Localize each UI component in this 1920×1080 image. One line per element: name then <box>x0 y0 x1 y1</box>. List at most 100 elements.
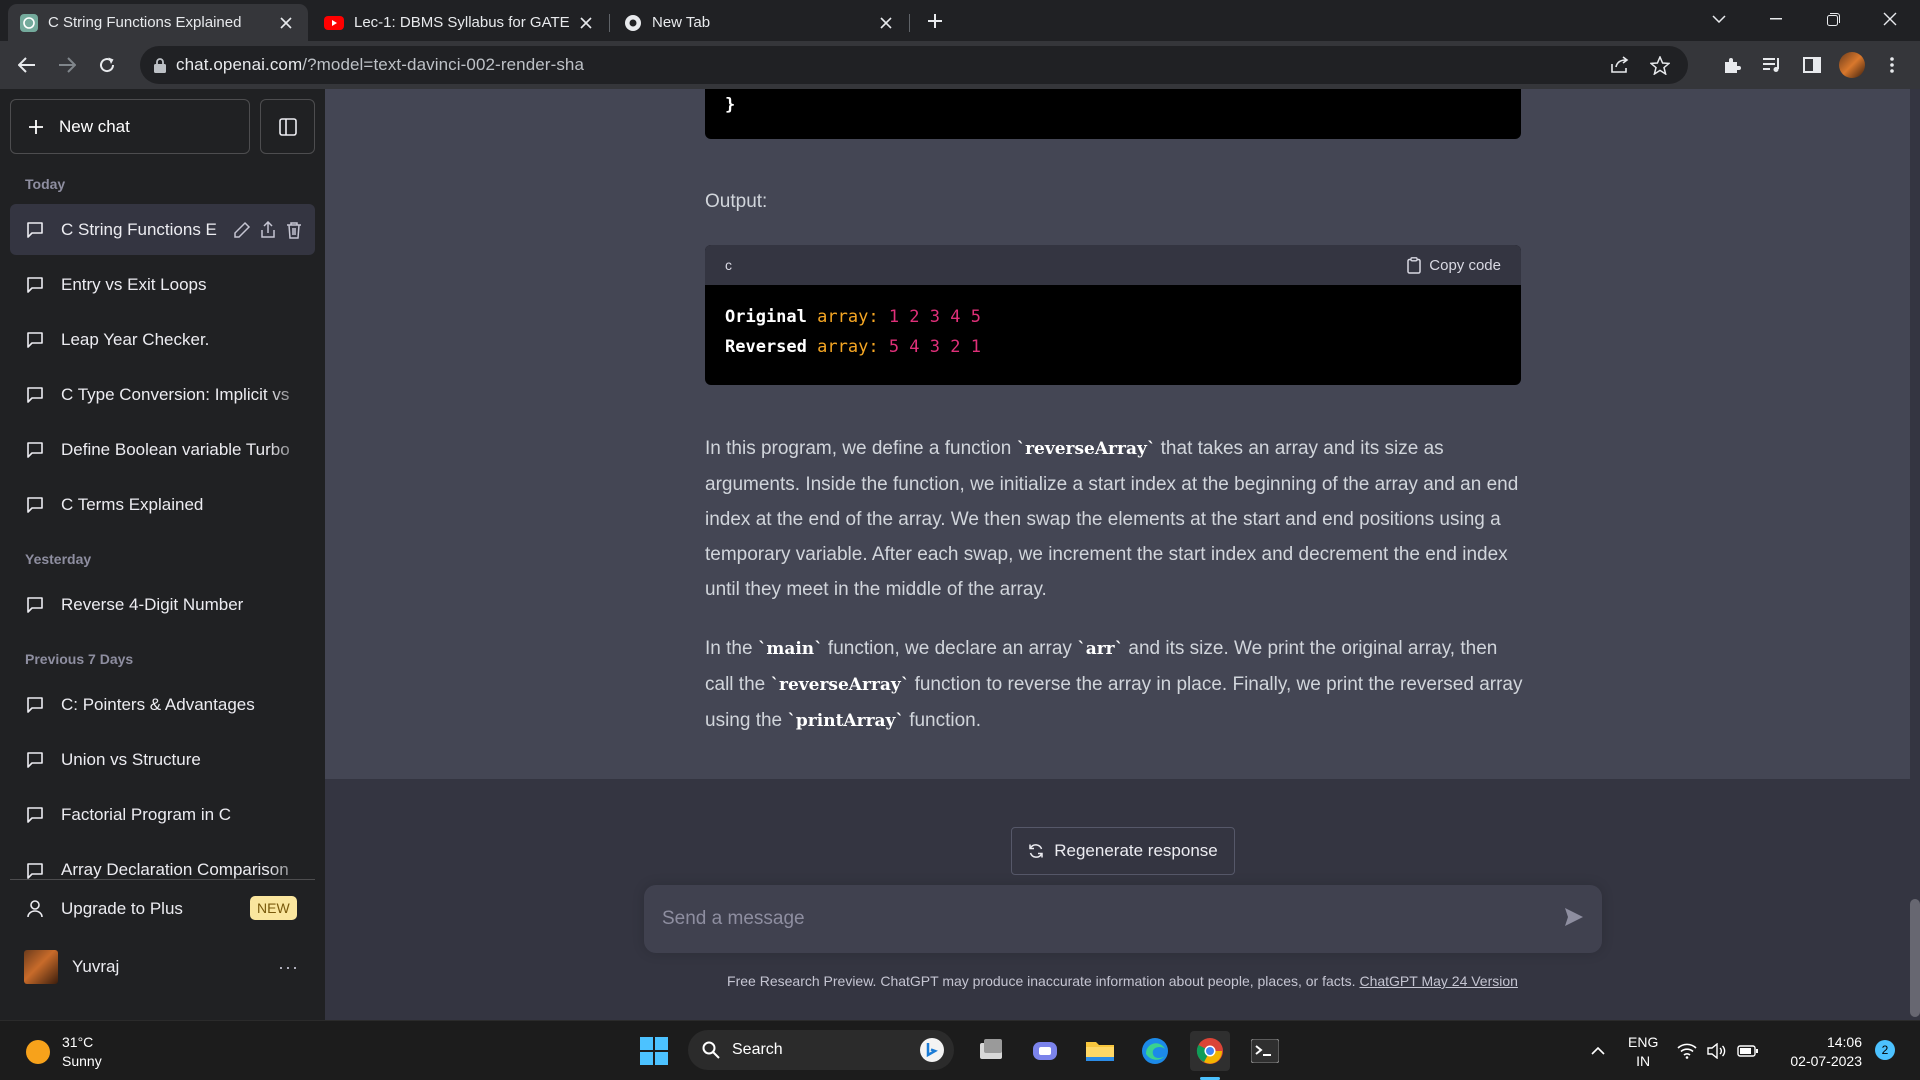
sidebar-item-chat[interactable]: Define Boolean variable Turbo <box>10 424 315 475</box>
weather-widget[interactable]: 31°C Sunny <box>26 1033 102 1071</box>
show-hidden-icons-chevron-icon[interactable] <box>1578 1031 1618 1071</box>
group-label-yesterday: Yesterday <box>25 551 92 567</box>
address-bar[interactable]: chat.openai.com/?model=text-davinci-002-… <box>140 46 1688 84</box>
new-tab-plus-icon[interactable] <box>919 5 951 37</box>
more-options-icon[interactable]: ··· <box>278 957 299 978</box>
media-playlist-icon[interactable] <box>1756 49 1788 81</box>
chat-bubble-icon <box>26 596 44 614</box>
code-line: Original array: 1 2 3 4 5 <box>725 307 981 327</box>
version-link[interactable]: ChatGPT May 24 Version <box>1359 973 1517 989</box>
clock-date: 02-07-2023 <box>1790 1053 1862 1069</box>
send-icon[interactable] <box>1564 907 1584 927</box>
chat-bubble-icon <box>26 751 44 769</box>
chat-main: } Output: c Copy code Original array: 1 … <box>325 89 1920 1020</box>
url-text: chat.openai.com/?model=text-davinci-002-… <box>176 55 584 75</box>
sidebar-item-chat[interactable]: C: Pointers & Advantages <box>10 679 315 730</box>
notification-badge[interactable]: 2 <box>1875 1040 1895 1060</box>
delete-trash-icon[interactable] <box>285 221 303 239</box>
profile-avatar-icon[interactable] <box>1836 49 1868 81</box>
sidebar-item-chat[interactable]: C Type Conversion: Implicit vs <box>10 369 315 420</box>
sidebar-item-chat[interactable]: Entry vs Exit Loops <box>10 259 315 310</box>
sidebar-item-chat[interactable]: Union vs Structure <box>10 734 315 785</box>
sidebar-item-active-chat[interactable]: C String Functions E <box>10 204 315 255</box>
terminal-icon[interactable] <box>1245 1031 1285 1071</box>
sidebar-item-chat[interactable]: Array Declaration Comparison <box>10 844 315 880</box>
close-window-icon[interactable] <box>1874 3 1906 35</box>
close-tab-icon[interactable] <box>276 13 296 33</box>
sidebar-item-chat[interactable]: Leap Year Checker. <box>10 314 315 365</box>
sidebar-item-chat[interactable]: Factorial Program in C <box>10 789 315 840</box>
share-icon[interactable] <box>259 220 277 239</box>
clock[interactable]: 14:06 02-07-2023 <box>1780 1033 1862 1071</box>
output-label: Output: <box>705 191 768 212</box>
clipboard-icon <box>1407 256 1422 274</box>
temperature: 31°C <box>62 1034 94 1050</box>
input-language[interactable]: ENG IN <box>1628 1033 1658 1071</box>
tab-title: C String Functions Explained <box>48 14 242 31</box>
tab-dbms-syllabus[interactable]: Lec-1: DBMS Syllabus for GATE, U <box>312 4 608 41</box>
sidebar-item-chat[interactable]: Reverse 4-Digit Number <box>10 579 315 630</box>
edge-browser-icon[interactable] <box>1135 1031 1175 1071</box>
assistant-message: } Output: c Copy code Original array: 1 … <box>325 89 1910 779</box>
inline-code: `main` <box>757 639 823 659</box>
message-input[interactable] <box>662 901 1542 937</box>
chat-bubble-icon <box>26 806 44 824</box>
search-icon <box>702 1041 720 1059</box>
new-badge: NEW <box>250 896 297 920</box>
edit-pencil-icon[interactable] <box>233 221 251 239</box>
file-explorer-icon[interactable] <box>1080 1031 1120 1071</box>
code-token: array: <box>817 337 879 357</box>
regenerate-response-button[interactable]: Regenerate response <box>1011 827 1235 875</box>
extensions-puzzle-icon[interactable] <box>1716 49 1748 81</box>
system-tray-status[interactable] <box>1670 1031 1766 1071</box>
user-menu[interactable]: Yuvraj ··· <box>10 939 315 995</box>
lock-icon[interactable] <box>154 57 166 73</box>
volume-icon <box>1707 1043 1727 1059</box>
copy-code-button[interactable]: Copy code <box>1407 257 1501 274</box>
tab-new-tab[interactable]: New Tab <box>612 4 908 41</box>
scrollbar-thumb[interactable] <box>1910 899 1920 1017</box>
copy-code-label: Copy code <box>1429 256 1501 274</box>
explanation-paragraph: In this program, we define a function `r… <box>705 431 1525 607</box>
text-run: function. <box>903 710 982 731</box>
tab-c-string-functions[interactable]: C String Functions Explained <box>8 4 308 41</box>
refresh-icon <box>1028 843 1044 859</box>
tab-title: Lec-1: DBMS Syllabus for GATE, U <box>354 14 570 31</box>
inline-code: `reverseArray` <box>1016 439 1156 459</box>
text-run: function, we declare an array <box>822 638 1078 659</box>
scrollbar-track[interactable] <box>1910 89 1920 1020</box>
close-tab-icon[interactable] <box>576 13 596 33</box>
weather-condition: Sunny <box>62 1053 102 1069</box>
toggle-sidebar-button[interactable] <box>260 99 315 154</box>
taskbar-search-box[interactable]: Search <box>688 1030 954 1070</box>
bookmark-star-icon[interactable] <box>1650 55 1670 75</box>
restore-icon[interactable] <box>1817 3 1849 35</box>
upgrade-to-plus-button[interactable]: Upgrade to Plus NEW <box>10 885 315 933</box>
reload-icon[interactable] <box>91 49 123 81</box>
tab-search-chevron-icon[interactable] <box>1703 3 1735 35</box>
back-icon[interactable] <box>11 49 43 81</box>
kebab-menu-icon[interactable] <box>1876 49 1908 81</box>
windows-start-icon[interactable] <box>634 1031 674 1071</box>
sidebar-item-chat[interactable]: C Terms Explained <box>10 479 315 530</box>
new-chat-button[interactable]: New chat <box>10 99 250 154</box>
code-token: Original <box>725 307 807 327</box>
task-view-icon[interactable] <box>971 1031 1011 1071</box>
sidebar-panel-icon <box>278 117 297 136</box>
chrome-taskbar-icon[interactable] <box>1190 1031 1230 1071</box>
windows-taskbar: 31°C Sunny Search ENG IN 14:06 02-07-202… <box>0 1020 1920 1080</box>
regenerate-label: Regenerate response <box>1054 841 1218 860</box>
share-icon[interactable] <box>1610 56 1630 74</box>
search-label: Search <box>732 1041 783 1058</box>
sidebar-item-label: C String Functions E <box>61 219 217 239</box>
teams-chat-icon[interactable] <box>1025 1031 1065 1071</box>
bing-icon[interactable] <box>920 1038 944 1062</box>
close-tab-icon[interactable] <box>876 13 896 33</box>
code-line: Reversed array: 5 4 3 2 1 <box>725 337 981 357</box>
minimize-icon[interactable] <box>1760 3 1792 35</box>
tab-separator <box>609 14 610 32</box>
tab-separator <box>909 14 910 32</box>
side-panel-icon[interactable] <box>1796 49 1828 81</box>
forward-icon[interactable] <box>51 49 83 81</box>
url-host: chat.openai.com <box>176 55 303 74</box>
